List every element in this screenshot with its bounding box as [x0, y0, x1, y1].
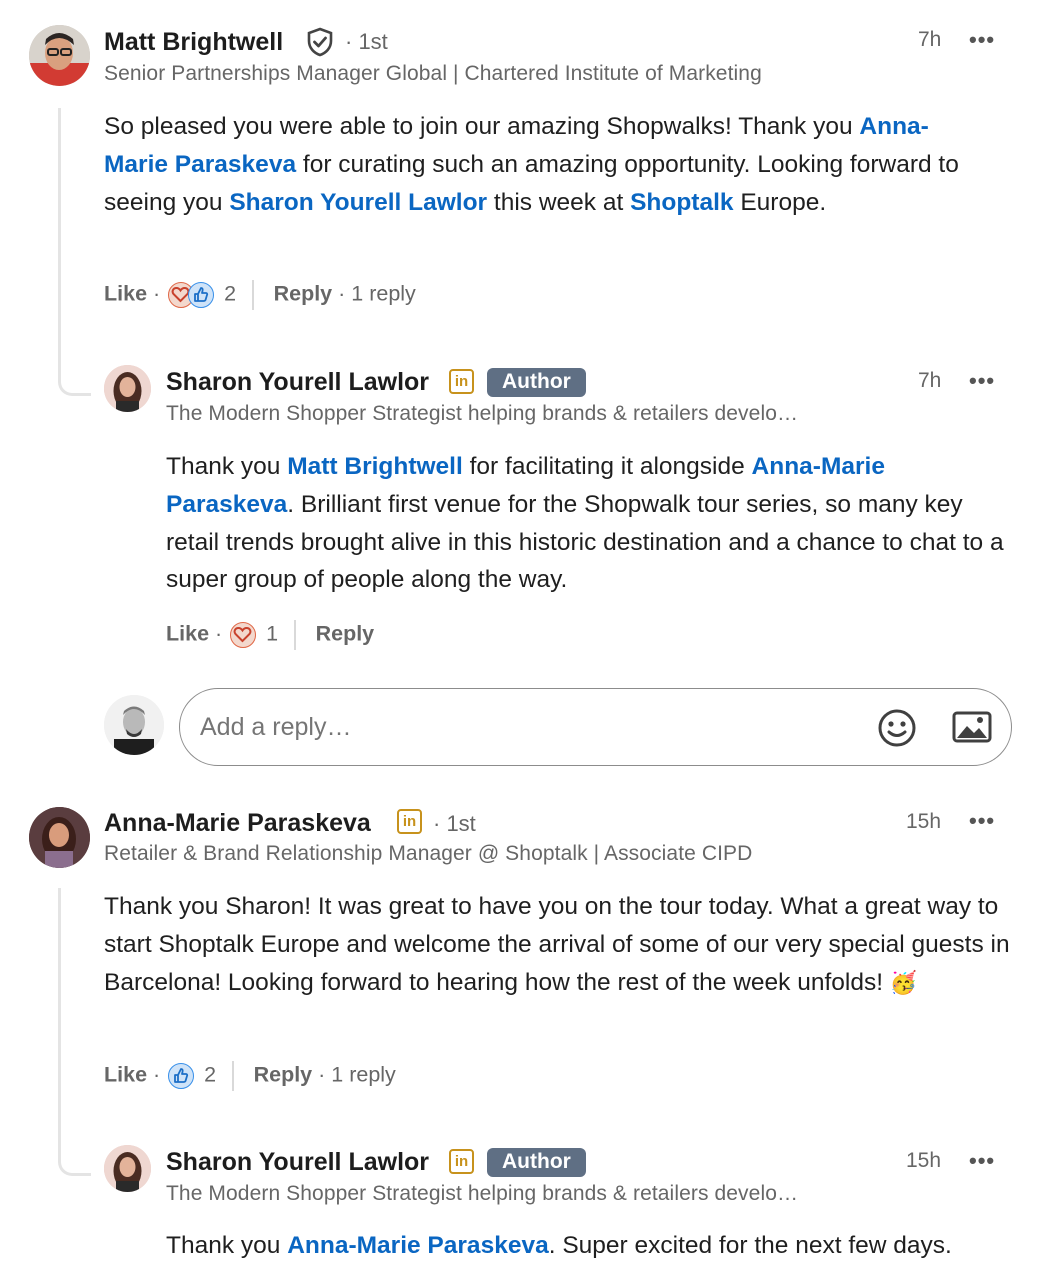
reactions[interactable] [166, 281, 218, 309]
verified-shield-icon [305, 27, 335, 62]
mention-link[interactable]: Matt Brightwell [287, 453, 463, 480]
like-reaction-icon [188, 282, 215, 308]
emoji-icon[interactable] [877, 708, 917, 753]
mention-link[interactable]: Sharon Yourell Lawlor [229, 189, 487, 216]
like-button[interactable]: Like [104, 1063, 147, 1087]
comment-text: Thank you Matt Brightwell for facilitati… [166, 453, 1004, 594]
comment-actions: Like · 1 Reply [166, 620, 374, 650]
timestamp: 15h [906, 810, 942, 833]
timestamp: 7h [918, 28, 942, 51]
commenter-name[interactable]: Sharon Yourell Lawlor [166, 1148, 429, 1177]
more-options-icon[interactable]: ••• [969, 368, 995, 394]
reaction-count[interactable]: 2 [204, 1063, 216, 1087]
commenter-headline: Retailer & Brand Relationship Manager @ … [104, 842, 753, 865]
linkedin-badge-icon: in [397, 809, 422, 834]
avatar[interactable] [29, 25, 90, 86]
comment-text: Thank you Sharon! It was great to have y… [104, 893, 1010, 996]
reply-input-box[interactable] [179, 688, 1012, 766]
avatar[interactable] [29, 807, 90, 868]
image-icon[interactable] [952, 709, 992, 750]
timestamp: 15h [906, 1149, 942, 1172]
commenter-headline: Senior Partnerships Manager Global | Cha… [104, 62, 762, 85]
reply-button[interactable]: Reply [274, 282, 333, 306]
reply-count[interactable]: · 1 reply [338, 282, 416, 306]
more-options-icon[interactable]: ••• [969, 27, 995, 53]
love-reaction-icon [230, 622, 257, 648]
author-badge: Author [487, 368, 586, 397]
reply-button[interactable]: Reply [316, 622, 375, 646]
more-options-icon[interactable]: ••• [969, 1148, 995, 1174]
avatar[interactable] [104, 365, 151, 412]
mention-link[interactable]: Anna-Marie Paraskeva [287, 1232, 548, 1259]
thread-line [58, 108, 91, 396]
commenter-name[interactable]: Anna-Marie Paraskeva [104, 809, 371, 838]
like-reaction-icon [168, 1063, 195, 1089]
commenter-headline: The Modern Shopper Strategist helping br… [166, 402, 799, 425]
party-face-emoji: 🥳 [889, 969, 918, 995]
reply-input[interactable] [198, 707, 842, 747]
reply-button[interactable]: Reply [254, 1063, 313, 1087]
comment-text: Thank you Anna-Marie Paraskeva. Super ex… [166, 1232, 952, 1259]
divider [294, 620, 296, 650]
timestamp: 7h [918, 369, 942, 392]
like-button[interactable]: Like [104, 282, 147, 306]
commenter-name[interactable]: Sharon Yourell Lawlor [166, 368, 429, 397]
reaction-count[interactable]: 1 [266, 622, 278, 646]
reactions[interactable] [166, 1062, 198, 1090]
linkedin-badge-icon: in [449, 369, 474, 394]
linkedin-badge-icon: in [449, 1149, 474, 1174]
connection-degree: · 1st [433, 811, 476, 836]
avatar[interactable] [104, 1145, 151, 1192]
mention-link[interactable]: Shoptalk [630, 189, 733, 216]
comment-text: So pleased you were able to join our ama… [104, 113, 959, 216]
like-button[interactable]: Like [166, 622, 209, 646]
connection-degree: · 1st [345, 29, 388, 54]
author-badge: Author [487, 1148, 586, 1177]
commenter-headline: The Modern Shopper Strategist helping br… [166, 1182, 799, 1205]
comment-actions: Like · 2 Reply · 1 reply [104, 1061, 396, 1091]
reply-count[interactable]: · 1 reply [318, 1063, 396, 1087]
divider [232, 1061, 234, 1091]
comment-actions: Like · 2 Reply · 1 reply [104, 280, 416, 310]
reaction-count[interactable]: 2 [224, 282, 236, 306]
commenter-name[interactable]: Matt Brightwell [104, 28, 283, 57]
thread-line [58, 888, 91, 1176]
divider [252, 280, 254, 310]
current-user-avatar [104, 695, 164, 755]
reactions[interactable] [228, 621, 260, 649]
more-options-icon[interactable]: ••• [969, 808, 995, 834]
